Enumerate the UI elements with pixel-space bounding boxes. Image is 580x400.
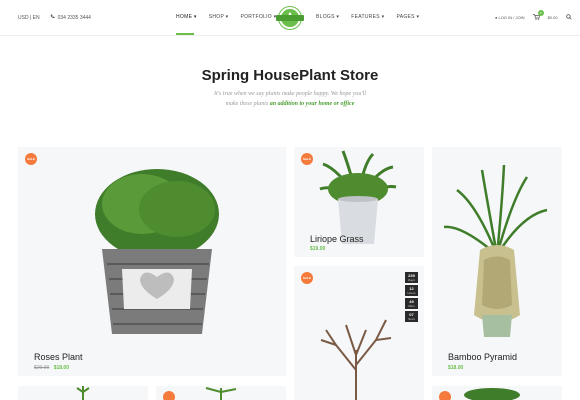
login-link[interactable]: ● LOG IN / JOIN — [495, 15, 525, 20]
product-price: $19.00 — [310, 246, 326, 252]
nav-portfolio[interactable]: PORTFOLIO ▾ — [240, 14, 276, 20]
subtitle-line-1: It's true when we say plants make people… — [214, 91, 366, 97]
cart-icon — [532, 14, 540, 21]
search-icon[interactable] — [565, 14, 572, 21]
logo-band — [276, 15, 304, 21]
cart-total: $0.00 — [547, 15, 558, 20]
main-nav-right: BLOGS ▾ FEATURES ▾ PAGES ▾ — [316, 14, 419, 20]
countdown-timer: 239 Days 12 Hours 49 Mins 07 Secs — [405, 272, 418, 322]
sale-badge: SALE — [25, 153, 37, 165]
product-price: $20.00 $18.00 — [34, 365, 69, 371]
current-price: $18.00 — [53, 365, 69, 371]
subtitle-line-2: make these plants an addition to your ho… — [225, 101, 355, 107]
sale-badge — [163, 391, 175, 400]
product-card-liriope-grass[interactable]: SALE Liriope Grass $19.00 — [294, 147, 424, 257]
nav-blogs[interactable]: BLOGS ▾ — [316, 14, 339, 20]
bamboo-pyramid-image — [443, 165, 548, 337]
product-card-partial-1[interactable] — [18, 386, 148, 400]
phone-contact[interactable]: 034 2335 3444 — [50, 14, 91, 21]
main-nav-left: HOME ▾ SHOP ▾ PORTFOLIO ▾ — [176, 14, 277, 20]
nav-home[interactable]: HOME ▾ — [176, 14, 197, 20]
phone-number: 034 2335 3444 — [57, 14, 91, 21]
page-title: Spring HousePlant Store — [201, 67, 379, 84]
countdown-hours: 12 Hours — [405, 285, 418, 296]
countdown-days: 239 Days — [405, 272, 418, 283]
currency-language-selector[interactable]: USD | EN — [18, 15, 40, 21]
header-right: ● LOG IN / JOIN 0 $0.00 — [495, 10, 572, 21]
product-name[interactable]: Bamboo Pyramid — [448, 352, 517, 362]
tree-plant-image — [320, 319, 392, 400]
sale-badge: SALE — [301, 272, 313, 284]
product-card-bamboo-pyramid[interactable]: Bamboo Pyramid $18.00 — [432, 147, 562, 376]
sale-badge — [439, 391, 451, 400]
nav-shop[interactable]: SHOP ▾ — [209, 14, 229, 20]
nav-pages[interactable]: PAGES ▾ — [396, 14, 419, 20]
product-name[interactable]: Liriope Grass — [310, 234, 364, 244]
countdown-secs: 07 Secs — [405, 311, 418, 322]
countdown-mins: 49 Mins — [405, 298, 418, 309]
page-subtitle: It's true when we say plants make people… — [0, 89, 580, 109]
roses-plant-image — [95, 169, 219, 334]
product-card-partial-2[interactable] — [156, 386, 286, 400]
user-icon: ● — [495, 15, 498, 20]
nav-active-indicator — [176, 33, 194, 35]
header-left: USD | EN 034 2335 3444 — [18, 14, 91, 21]
plant-image-partial — [205, 387, 237, 400]
cart-button[interactable]: 0 — [532, 10, 544, 21]
cart-count-badge: 0 — [537, 10, 544, 16]
subtitle-highlight: an addition to your home or office — [269, 101, 355, 107]
nav-features[interactable]: FEATURES ▾ — [351, 14, 384, 20]
product-name[interactable]: Roses Plant — [34, 352, 83, 362]
product-card-roses-plant[interactable]: SALE Roses Plant $20.00 $18.00 — [18, 147, 286, 376]
product-price: $18.00 — [448, 365, 464, 371]
plant-image-partial — [464, 388, 520, 400]
product-card-partial-3[interactable] — [432, 386, 562, 400]
phone-icon — [50, 14, 55, 21]
sale-badge: SALE — [301, 153, 313, 165]
old-price: $20.00 — [34, 365, 50, 371]
header: USD | EN 034 2335 3444 HOME ▾ SHOP ▾ POR… — [0, 0, 580, 36]
plant-image-partial — [76, 386, 90, 400]
